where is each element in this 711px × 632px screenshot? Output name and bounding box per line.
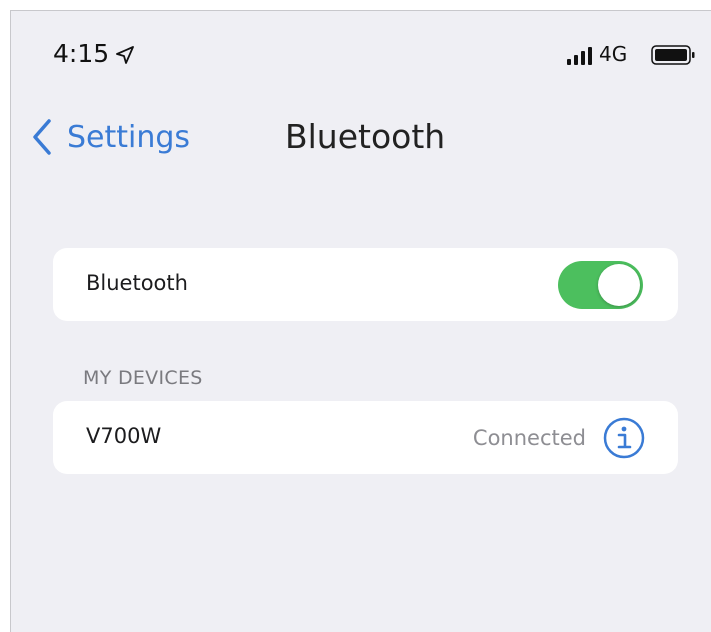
my-devices-header: MY DEVICES: [83, 367, 203, 389]
status-bar: 4:15 4G: [11, 11, 711, 101]
network-type-label: 4G: [599, 42, 628, 66]
location-arrow-icon: [116, 46, 134, 64]
info-icon[interactable]: [602, 416, 646, 460]
signal-bars-icon: [567, 47, 592, 65]
back-button[interactable]: Settings: [31, 115, 190, 159]
status-time: 4:15: [53, 39, 110, 68]
device-status: Connected: [472, 426, 586, 450]
bluetooth-label: Bluetooth: [86, 271, 188, 295]
device-name: V700W: [86, 424, 162, 448]
toggle-knob: [598, 264, 640, 306]
bluetooth-toggle[interactable]: [558, 261, 643, 309]
phone-screen: 4:15 4G Settings Bluetooth Bluetooth MY …: [10, 10, 711, 632]
page-title: Bluetooth: [285, 117, 446, 156]
back-button-label: Settings: [67, 119, 191, 155]
bluetooth-toggle-row: Bluetooth: [53, 248, 678, 321]
device-row[interactable]: V700W Connected: [53, 401, 678, 474]
chevron-left-icon: [33, 119, 51, 155]
battery-icon: [651, 45, 695, 65]
